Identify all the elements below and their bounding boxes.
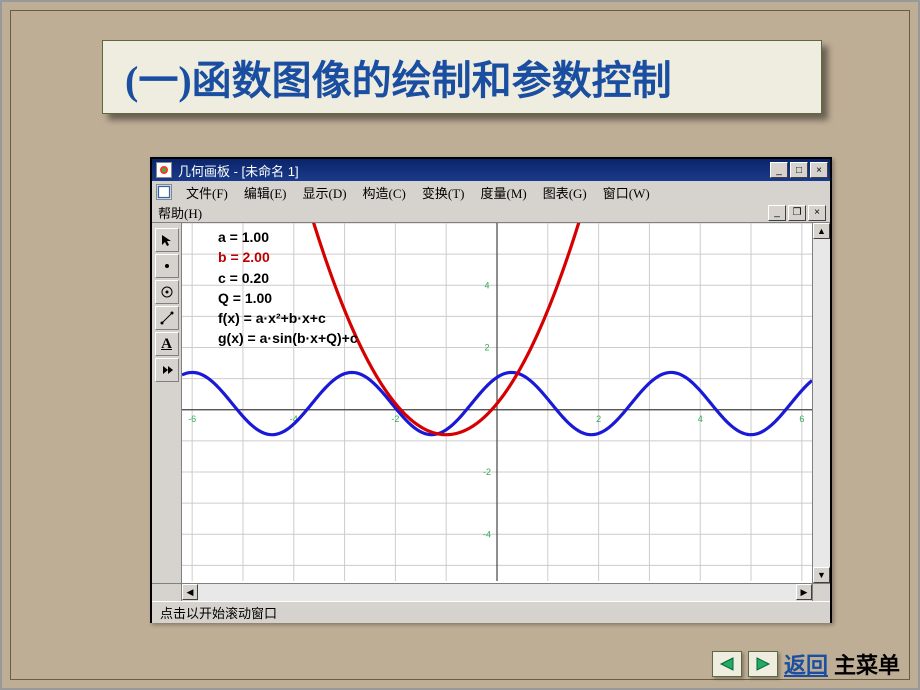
menu-construct[interactable]: 构造(C) xyxy=(355,181,414,204)
scroll-up-button[interactable]: ▲ xyxy=(813,223,830,239)
nav-main-text[interactable]: 主菜单 xyxy=(834,648,900,680)
horizontal-scrollbar[interactable]: ◀ ▶ xyxy=(182,584,812,601)
param-b[interactable]: b = 2.00 xyxy=(218,247,358,267)
scroll-track-v[interactable] xyxy=(813,239,830,567)
vertical-scrollbar[interactable]: ▲ ▼ xyxy=(812,223,830,583)
tool-custom[interactable] xyxy=(155,358,179,382)
menu-graph[interactable]: 图表(G) xyxy=(535,181,595,204)
status-text: 点击以开始滚动窗口 xyxy=(160,603,277,622)
scroll-track-h[interactable] xyxy=(198,584,796,601)
svg-text:2: 2 xyxy=(596,414,601,424)
menu-display[interactable]: 显示(D) xyxy=(295,181,355,204)
minimize-button[interactable]: _ xyxy=(770,162,788,178)
scroll-down-button[interactable]: ▼ xyxy=(813,567,830,583)
toolbar: A xyxy=(152,223,182,583)
doc-minimize-button[interactable]: _ xyxy=(768,205,786,221)
maximize-button[interactable]: □ xyxy=(790,162,808,178)
app-icon xyxy=(156,162,172,178)
svg-text:-2: -2 xyxy=(391,414,399,424)
plot-region[interactable]: -4-224-6-4-2246 a = 1.00 b = 2.00 c = 0.… xyxy=(182,223,812,583)
triangle-left-icon xyxy=(719,657,735,671)
window-title: 几何画板 - [未命名 1] xyxy=(178,161,299,180)
helpbar: 帮助(H) _ ❐ × xyxy=(152,203,830,223)
svg-text:-4: -4 xyxy=(483,529,491,539)
menubar: 文件(F) 编辑(E) 显示(D) 构造(C) 变换(T) 度量(M) 图表(G… xyxy=(152,181,830,203)
doc-icon xyxy=(156,184,172,200)
param-f[interactable]: f(x) = a·x²+b·x+c xyxy=(218,308,358,328)
slide-title-box: (一)函数图像的绘制和参数控制 xyxy=(102,40,822,114)
doc-restore-button[interactable]: ❐ xyxy=(788,205,806,221)
tool-circle[interactable] xyxy=(155,280,179,304)
param-g[interactable]: g(x) = a·sin(b·x+Q)+c xyxy=(218,328,358,348)
svg-text:-2: -2 xyxy=(483,467,491,477)
app-window: 几何画板 - [未命名 1] _ □ × 文件(F) 编辑(E) 显示(D) 构… xyxy=(150,157,832,623)
param-c[interactable]: c = 0.20 xyxy=(218,268,358,288)
param-q[interactable]: Q = 1.00 xyxy=(218,288,358,308)
tool-arrow[interactable] xyxy=(155,228,179,252)
tool-text[interactable]: A xyxy=(155,332,179,356)
parameter-list: a = 1.00 b = 2.00 c = 0.20 Q = 1.00 f(x)… xyxy=(218,227,358,349)
menu-edit[interactable]: 编辑(E) xyxy=(236,181,295,204)
triangle-right-icon xyxy=(755,657,771,671)
statusbar: 点击以开始滚动窗口 xyxy=(152,601,830,623)
nav-next-button[interactable] xyxy=(748,651,778,677)
tool-line[interactable] xyxy=(155,306,179,330)
workarea: A -4-224-6-4-2246 a = 1.00 b = 2.00 c = … xyxy=(152,223,830,583)
svg-text:6: 6 xyxy=(799,414,804,424)
svg-text:2: 2 xyxy=(484,343,489,353)
doc-close-button[interactable]: × xyxy=(808,205,826,221)
menu-measure[interactable]: 度量(M) xyxy=(473,181,535,204)
svg-text:-6: -6 xyxy=(188,414,196,424)
nav-back-link[interactable]: 返回 xyxy=(784,648,828,680)
nav-row: 返回 主菜单 xyxy=(2,648,918,680)
param-a[interactable]: a = 1.00 xyxy=(218,227,358,247)
tool-point[interactable] xyxy=(155,254,179,278)
scroll-left-button[interactable]: ◀ xyxy=(182,584,198,600)
menu-help[interactable]: 帮助(H) xyxy=(158,201,210,224)
slide-title: (一)函数图像的绘制和参数控制 xyxy=(125,48,672,106)
close-button[interactable]: × xyxy=(810,162,828,178)
menu-transform[interactable]: 变换(T) xyxy=(414,181,473,204)
scroll-right-button[interactable]: ▶ xyxy=(796,584,812,600)
svg-text:4: 4 xyxy=(484,280,489,290)
menu-window[interactable]: 窗口(W) xyxy=(595,181,658,204)
nav-prev-button[interactable] xyxy=(712,651,742,677)
svg-text:4: 4 xyxy=(698,414,703,424)
titlebar[interactable]: 几何画板 - [未命名 1] _ □ × xyxy=(152,159,830,181)
